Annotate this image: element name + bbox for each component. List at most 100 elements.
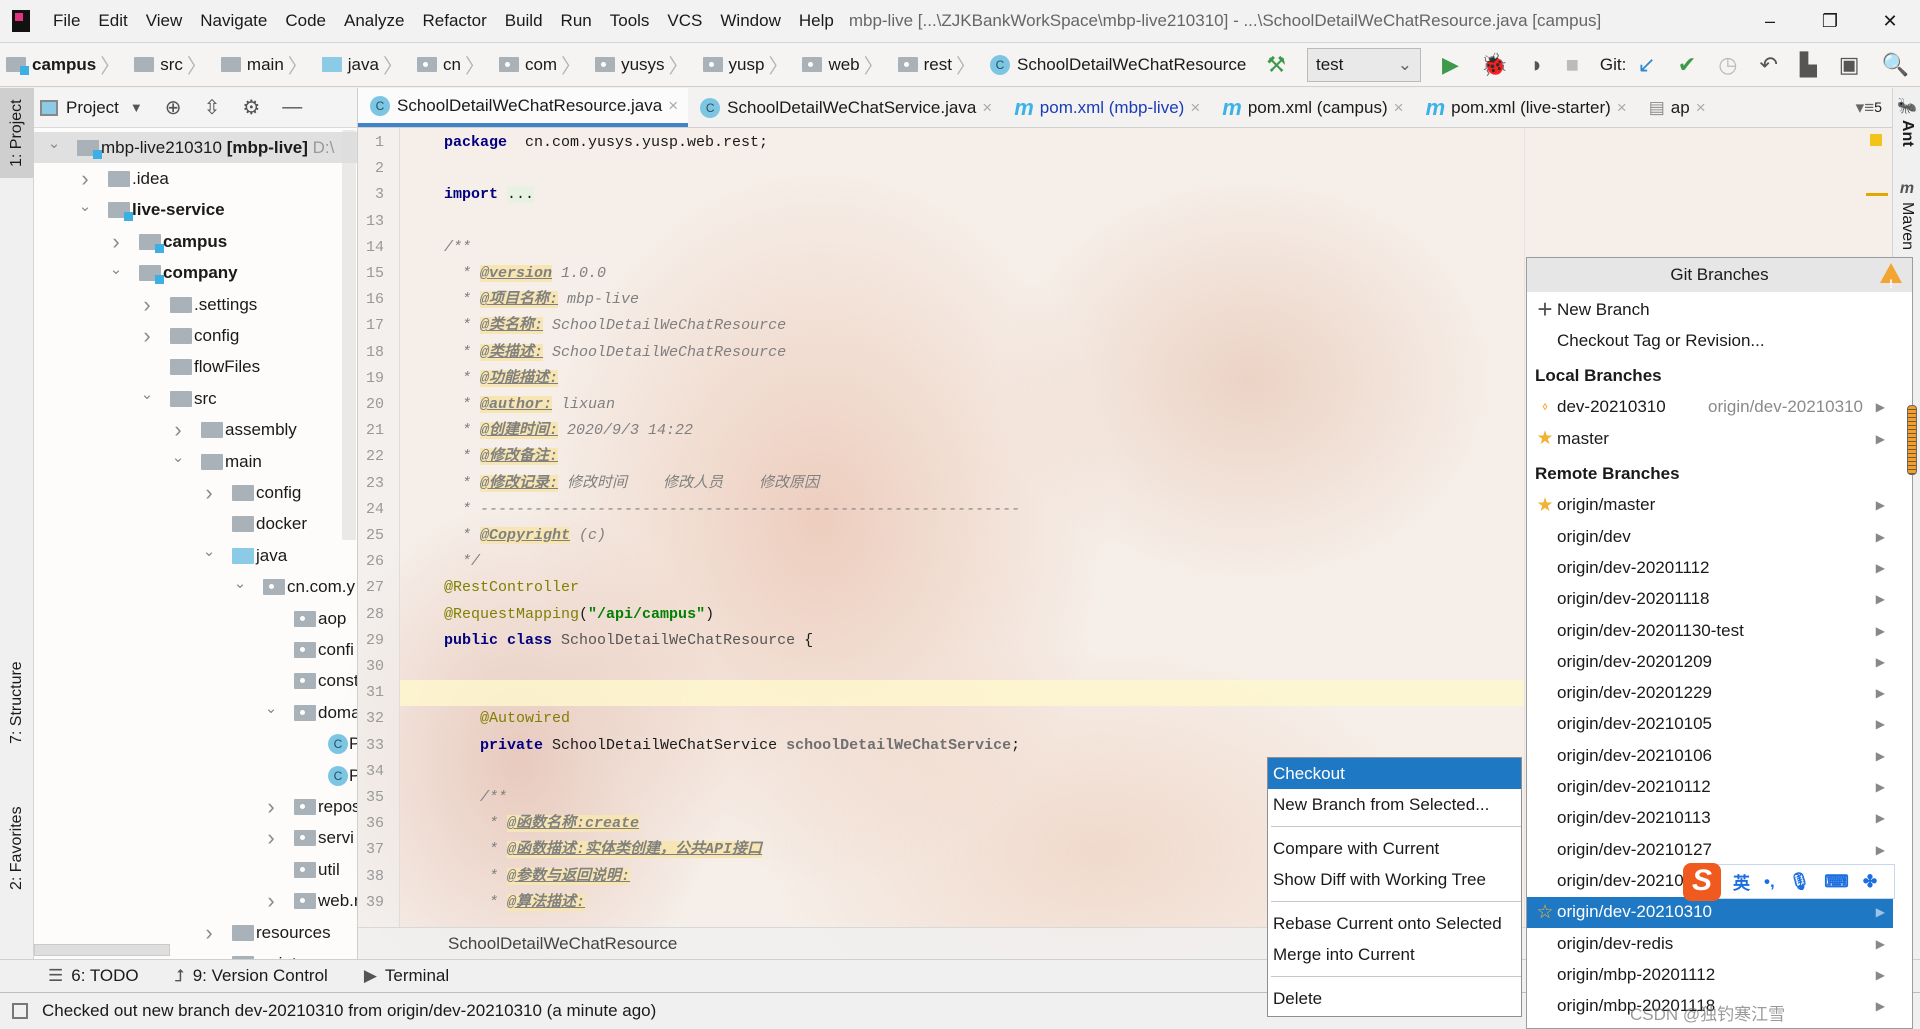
project-view-select[interactable]: Project [66,98,119,118]
menu-edit[interactable]: Edit [89,11,136,31]
keyboard-icon[interactable]: ⌨ [1824,872,1849,892]
code-line[interactable]: * @version 1.0.0 [400,261,1524,287]
tree-item[interactable]: flowFiles [34,352,357,383]
chevron-down-icon[interactable]: ⌄ [109,260,123,278]
tree-item[interactable]: CP [34,760,357,791]
code-line[interactable]: * @类名称: SchoolDetailWeChatResource [400,313,1524,339]
menu-item-checkout[interactable]: Checkout [1268,758,1521,789]
locate-icon[interactable]: ⊕ [165,95,182,120]
tree-item[interactable]: ⌄ java [34,540,357,571]
submenu-arrow-icon[interactable]: ▶ [1876,999,1885,1013]
editor-tab[interactable]: m pom.xml (mbp-live) × [1002,88,1210,127]
remote-branch[interactable]: origin/dev-20201112 ▶ [1527,552,1893,583]
menu-code[interactable]: Code [276,11,335,31]
tree-item[interactable]: ⌄ src [34,383,357,414]
checkout-tag-action[interactable]: Checkout Tag or Revision... [1527,325,1893,356]
menu-help[interactable]: Help [790,11,843,31]
code-line[interactable]: * @功能描述: [400,366,1524,392]
status-toggle-icon[interactable] [12,1003,28,1019]
remote-branch[interactable]: origin/dev-20201130-test ▶ [1527,615,1893,646]
menu-item-show-diff-with-working-tree[interactable]: Show Diff with Working Tree [1268,864,1521,895]
editor-tab[interactable]: C SchoolDetailWeChatService.java × [688,88,1002,127]
code-line[interactable]: * @Copyright (c) [400,523,1524,549]
tree-item[interactable]: › .idea [34,163,357,194]
chevron-right-icon[interactable]: › [264,825,278,851]
tree-item[interactable]: › campus [34,226,357,257]
tree-item[interactable]: › .settings [34,289,357,320]
remote-branch[interactable]: origin/dev-20210105 ▶ [1527,709,1893,740]
chevron-right-icon[interactable]: › [202,480,216,506]
code-line[interactable]: @RequestMapping("/api/campus") [400,602,1524,628]
editor-tab[interactable]: ▤ ap × [1637,88,1716,127]
submenu-arrow-icon[interactable]: ▶ [1876,432,1885,446]
git-commit-icon[interactable]: ✔ [1678,53,1696,76]
breadcrumb-item[interactable]: yusys 〉 [595,50,696,79]
chevron-right-icon[interactable]: › [78,166,92,192]
tab-overflow-button[interactable]: ▾≡ 5 [1844,88,1892,127]
chevron-down-icon[interactable]: ⌄ [202,542,216,560]
code-line[interactable]: */ [400,549,1524,575]
remote-branch[interactable]: ☆ origin/dev-20210310 ▶ [1527,896,1893,928]
tree-item[interactable]: › config [34,477,357,508]
remote-branch[interactable]: origin/dev-20210127 ▶ [1527,834,1893,865]
menu-tools[interactable]: Tools [601,11,659,31]
breadcrumb-item[interactable]: yusp 〉 [702,50,797,79]
menu-item-merge-into-current[interactable]: Merge into Current [1268,939,1521,970]
new-branch-action[interactable]: + New Branch [1527,294,1893,325]
run-config-select[interactable]: test ⌄ [1306,47,1421,82]
close-tab-icon[interactable]: × [1617,98,1627,118]
tree-item[interactable]: ⌄ live-service [34,195,357,226]
submenu-arrow-icon[interactable]: ▶ [1876,686,1885,700]
apps-grid-icon[interactable]: ✤ [1863,872,1877,892]
dropdown-arrow-icon[interactable]: ▼ [130,100,143,115]
gear-icon[interactable]: ⚙ [242,95,260,120]
sogou-logo-icon[interactable]: S [1683,862,1721,901]
ime-punctuation[interactable]: •, [1764,872,1775,892]
stop-icon[interactable]: ■ [1566,53,1579,76]
tree-item[interactable]: › config [34,320,357,351]
maven-tab[interactable]: m Maven [1893,180,1920,250]
ant-tab[interactable]: 🐜 Ant [1893,96,1920,147]
breadcrumb-item[interactable]: src 〉 [134,50,215,79]
menu-refactor[interactable]: Refactor [413,11,495,31]
chevron-down-icon[interactable]: ⌄ [140,385,154,403]
chevron-down-icon[interactable]: ⌄ [264,699,278,717]
hide-icon[interactable]: — [282,96,302,119]
code-line[interactable]: private SchoolDetailWeChatService school… [400,733,1524,759]
chevron-right-icon[interactable]: › [202,920,216,946]
submenu-arrow-icon[interactable]: ▶ [1876,905,1885,919]
editor-tab[interactable]: m pom.xml (live-starter) × [1414,88,1637,127]
menu-item-compare-with-current[interactable]: Compare with Current [1268,833,1521,864]
breadcrumb-item[interactable]: main 〉 [220,50,316,79]
tree-item[interactable]: ⌄ cn.com.y [34,572,357,603]
tree-horizontal-scrollbar[interactable] [34,944,170,956]
breadcrumb-item[interactable]: com 〉 [498,50,589,79]
chevron-down-icon[interactable]: ⌄ [78,197,92,215]
inspection-status-icon[interactable] [1870,134,1882,146]
code-line[interactable]: /** [400,235,1524,261]
tool-list[interactable]: ☰ 6: TODO [48,966,139,986]
code-line[interactable]: * @类描述: SchoolDetailWeChatResource [400,340,1524,366]
menu-run[interactable]: Run [552,11,601,31]
menu-file[interactable]: File [44,11,89,31]
close-tab-icon[interactable]: × [1190,98,1200,118]
coverage-icon[interactable]: ◗ [1530,53,1543,76]
remote-branch[interactable]: ★ origin/master ▶ [1527,490,1893,521]
collapse-all-icon[interactable]: ⇳ [204,95,221,120]
warning-icon[interactable]: ! [1880,263,1902,291]
breadcrumb-item[interactable]: campus 〉 [6,50,128,79]
chevron-right-icon[interactable]: › [140,292,154,318]
close-tab-icon[interactable]: × [1696,98,1706,118]
chevron-right-icon[interactable]: › [171,417,185,443]
tab-structure[interactable]: 7: Structure [0,648,34,758]
remote-branch[interactable]: origin/dev-redis ▶ [1527,928,1893,959]
minimize-button[interactable]: – [1740,11,1800,32]
branch-list-scrollbar[interactable] [1907,405,1917,475]
chevron-right-icon[interactable]: › [264,888,278,914]
submenu-arrow-icon[interactable]: ▶ [1876,400,1885,414]
tree-item[interactable]: util [34,854,357,885]
menu-navigate[interactable]: Navigate [191,11,276,31]
menu-view[interactable]: View [137,11,192,31]
tree-item[interactable]: ⌄ main [34,446,357,477]
tab-project[interactable]: 1: Project [0,88,34,178]
